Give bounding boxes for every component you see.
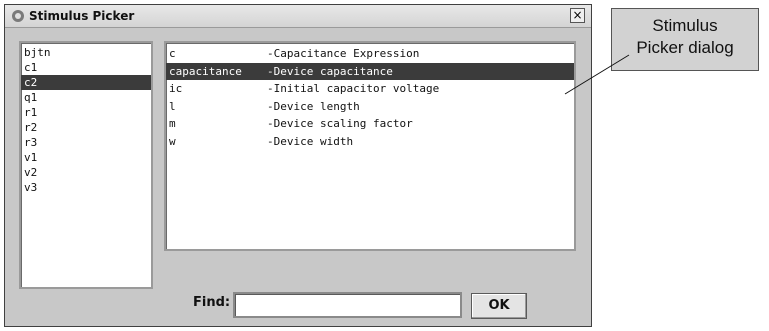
callout-leader-line bbox=[564, 54, 630, 95]
